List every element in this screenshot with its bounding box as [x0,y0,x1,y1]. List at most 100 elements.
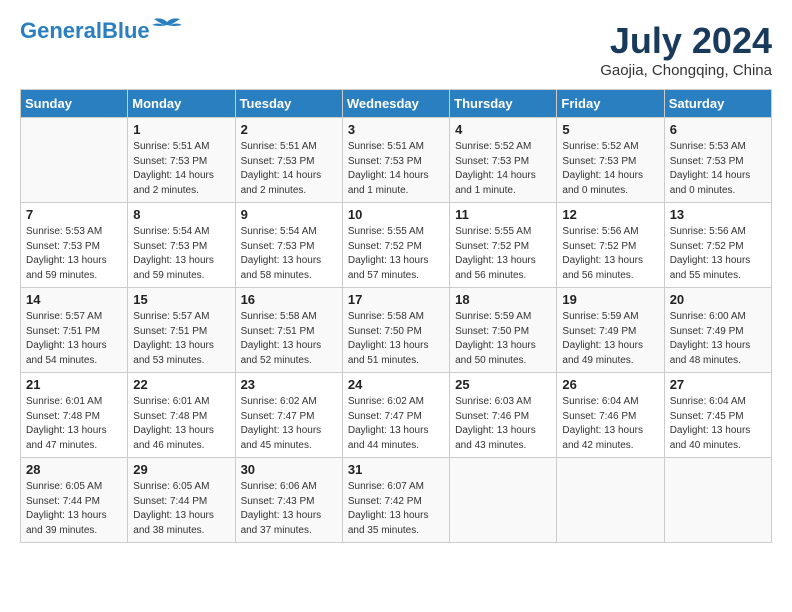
calendar-cell: 13Sunrise: 5:56 AMSunset: 7:52 PMDayligh… [664,203,771,288]
day-number: 23 [241,377,337,392]
day-info: Sunrise: 5:59 AMSunset: 7:49 PMDaylight:… [562,310,658,368]
col-thursday: Thursday [450,90,557,118]
header-row: Sunday Monday Tuesday Wednesday Thursday… [21,90,772,118]
day-number: 19 [562,292,658,307]
calendar-cell: 27 Sunrise: 6:04 AMSunset: 7:45 PMDayligh… [664,373,771,458]
day-info: Sunrise: 5:54 AMSunset: 7:53 PMDaylight:… [241,225,337,283]
day-number: 11 [455,207,551,222]
col-wednesday: Wednesday [342,90,449,118]
day-number: 21 [26,377,122,392]
day-info: Sunrise: 6:04 AMSunset: 7:46 PMDaylight:… [562,395,658,453]
calendar-cell: 26Sunrise: 6:04 AMSunset: 7:46 PMDayligh… [557,373,664,458]
day-number: 20 [670,292,766,307]
calendar-table: Sunday Monday Tuesday Wednesday Thursday… [20,89,772,543]
logo-text: GeneralBlue [20,20,150,42]
day-number: 31 [348,462,444,477]
day-info: Sunrise: 6:00 AMSunset: 7:49 PMDaylight:… [670,310,766,368]
day-info: Sunrise: 6:05 AMSunset: 7:44 PMDaylight:… [133,480,229,538]
day-info: Sunrise: 5:51 AMSunset: 7:53 PMDaylight:… [348,140,444,198]
day-info: Sunrise: 6:02 AMSunset: 7:47 PMDaylight:… [348,395,444,453]
col-tuesday: Tuesday [235,90,342,118]
calendar-cell [21,118,128,203]
day-number: 3 [348,122,444,137]
day-number: 9 [241,207,337,222]
calendar-cell: 19 Sunrise: 5:59 AMSunset: 7:49 PMDayligh… [557,288,664,373]
calendar-cell: 7 Sunrise: 5:53 AMSunset: 7:53 PMDaylight… [21,203,128,288]
title-block: July 2024 Gaojia, Chongqing, China [600,20,772,79]
calendar-cell: 14Sunrise: 5:57 AMSunset: 7:51 PMDayligh… [21,288,128,373]
day-number: 10 [348,207,444,222]
day-info: Sunrise: 5:53 AMSunset: 7:53 PMDaylight:… [670,140,766,198]
calendar-header: Sunday Monday Tuesday Wednesday Thursday… [21,90,772,118]
col-sunday: Sunday [21,90,128,118]
calendar-cell: 1Sunrise: 5:51 AMSunset: 7:53 PMDaylight… [128,118,235,203]
calendar-cell: 22 Sunrise: 6:01 AMSunset: 7:48 PMDayligh… [128,373,235,458]
day-info: Sunrise: 5:52 AMSunset: 7:53 PMDaylight:… [562,140,658,198]
day-number: 2 [241,122,337,137]
calendar-body: 1Sunrise: 5:51 AMSunset: 7:53 PMDaylight… [21,118,772,543]
day-info: Sunrise: 5:55 AMSunset: 7:52 PMDaylight:… [348,225,444,283]
calendar-cell: 31 Sunrise: 6:07 AMSunset: 7:42 PMDayligh… [342,458,449,543]
day-info: Sunrise: 6:02 AMSunset: 7:47 PMDaylight:… [241,395,337,453]
day-info: Sunrise: 6:01 AMSunset: 7:48 PMDaylight:… [26,395,122,453]
calendar-cell: 23 Sunrise: 6:02 AMSunset: 7:47 PMDayligh… [235,373,342,458]
day-info: Sunrise: 6:04 AMSunset: 7:45 PMDaylight:… [670,395,766,453]
calendar-cell: 24 Sunrise: 6:02 AMSunset: 7:47 PMDayligh… [342,373,449,458]
calendar-cell: 16Sunrise: 5:58 AMSunset: 7:51 PMDayligh… [235,288,342,373]
day-info: Sunrise: 5:51 AMSunset: 7:53 PMDaylight:… [133,140,229,198]
calendar-cell: 25 Sunrise: 6:03 AMSunset: 7:46 PMDayligh… [450,373,557,458]
day-number: 7 [26,207,122,222]
calendar-cell: 4Sunrise: 5:52 AMSunset: 7:53 PMDaylight… [450,118,557,203]
day-info: Sunrise: 5:58 AMSunset: 7:51 PMDaylight:… [241,310,337,368]
day-info: Sunrise: 5:59 AMSunset: 7:50 PMDaylight:… [455,310,551,368]
day-number: 25 [455,377,551,392]
day-info: Sunrise: 6:07 AMSunset: 7:42 PMDaylight:… [348,480,444,538]
day-number: 27 [670,377,766,392]
day-number: 18 [455,292,551,307]
calendar-cell: 20 Sunrise: 6:00 AMSunset: 7:49 PMDayligh… [664,288,771,373]
calendar-cell: 10 Sunrise: 5:55 AMSunset: 7:52 PMDayligh… [342,203,449,288]
calendar-cell: 18 Sunrise: 5:59 AMSunset: 7:50 PMDayligh… [450,288,557,373]
day-info: Sunrise: 6:03 AMSunset: 7:46 PMDaylight:… [455,395,551,453]
day-info: Sunrise: 6:01 AMSunset: 7:48 PMDaylight:… [133,395,229,453]
logo-bird-icon [152,17,182,37]
day-info: Sunrise: 5:51 AMSunset: 7:53 PMDaylight:… [241,140,337,198]
calendar-week-4: 21 Sunrise: 6:01 AMSunset: 7:48 PMDayligh… [21,373,772,458]
day-number: 17 [348,292,444,307]
day-number: 22 [133,377,229,392]
day-info: Sunrise: 5:52 AMSunset: 7:53 PMDaylight:… [455,140,551,198]
day-number: 15 [133,292,229,307]
calendar-cell: 12Sunrise: 5:56 AMSunset: 7:52 PMDayligh… [557,203,664,288]
day-number: 24 [348,377,444,392]
calendar-cell: 3 Sunrise: 5:51 AMSunset: 7:53 PMDaylight… [342,118,449,203]
calendar-week-2: 7 Sunrise: 5:53 AMSunset: 7:53 PMDaylight… [21,203,772,288]
calendar-cell [664,458,771,543]
calendar-cell: 17Sunrise: 5:58 AMSunset: 7:50 PMDayligh… [342,288,449,373]
calendar-cell: 6Sunrise: 5:53 AMSunset: 7:53 PMDaylight… [664,118,771,203]
calendar-cell: 30Sunrise: 6:06 AMSunset: 7:43 PMDayligh… [235,458,342,543]
day-info: Sunrise: 6:05 AMSunset: 7:44 PMDaylight:… [26,480,122,538]
month-year-title: July 2024 [600,20,772,62]
day-number: 13 [670,207,766,222]
col-monday: Monday [128,90,235,118]
col-saturday: Saturday [664,90,771,118]
calendar-cell: 29 Sunrise: 6:05 AMSunset: 7:44 PMDayligh… [128,458,235,543]
day-number: 28 [26,462,122,477]
day-info: Sunrise: 5:56 AMSunset: 7:52 PMDaylight:… [562,225,658,283]
location-subtitle: Gaojia, Chongqing, China [600,62,772,79]
calendar-cell [557,458,664,543]
day-number: 29 [133,462,229,477]
calendar-cell: 2 Sunrise: 5:51 AMSunset: 7:53 PMDaylight… [235,118,342,203]
day-info: Sunrise: 5:54 AMSunset: 7:53 PMDaylight:… [133,225,229,283]
calendar-cell: 28 Sunrise: 6:05 AMSunset: 7:44 PMDayligh… [21,458,128,543]
calendar-cell: 9 Sunrise: 5:54 AMSunset: 7:53 PMDaylight… [235,203,342,288]
page-header: GeneralBlue July 2024 Gaojia, Chongqing,… [20,20,772,79]
day-info: Sunrise: 5:55 AMSunset: 7:52 PMDaylight:… [455,225,551,283]
calendar-week-3: 14Sunrise: 5:57 AMSunset: 7:51 PMDayligh… [21,288,772,373]
col-friday: Friday [557,90,664,118]
calendar-cell: 21 Sunrise: 6:01 AMSunset: 7:48 PMDayligh… [21,373,128,458]
day-info: Sunrise: 5:57 AMSunset: 7:51 PMDaylight:… [26,310,122,368]
calendar-week-5: 28 Sunrise: 6:05 AMSunset: 7:44 PMDayligh… [21,458,772,543]
day-info: Sunrise: 5:53 AMSunset: 7:53 PMDaylight:… [26,225,122,283]
logo: GeneralBlue [20,20,182,42]
